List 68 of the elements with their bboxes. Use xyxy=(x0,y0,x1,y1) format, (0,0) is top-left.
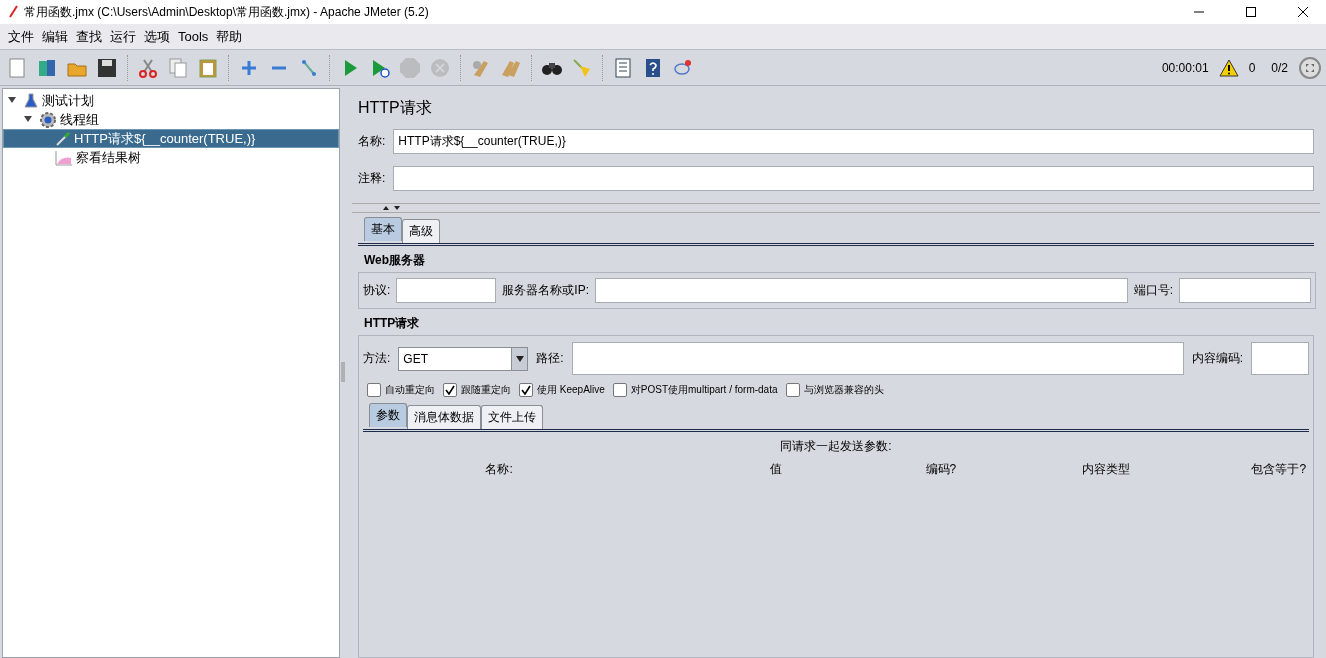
close-icon[interactable] xyxy=(1298,7,1308,17)
server-field[interactable] xyxy=(595,278,1128,303)
field-label: 协议: xyxy=(363,282,391,299)
tree-item[interactable]: 察看结果树 xyxy=(3,148,339,167)
toggle-triangle-icon[interactable] xyxy=(8,96,16,104)
column-header: 编码? xyxy=(924,461,958,478)
tab[interactable]: 基本 xyxy=(364,217,402,241)
name-field[interactable]: HTTP请求${__counter(TRUE,)} xyxy=(393,129,1314,154)
menu-item[interactable]: 运行 xyxy=(106,27,140,46)
field-label: 内容编码: xyxy=(1191,350,1243,367)
field-label: 名称: xyxy=(358,133,386,150)
table-caption: 同请求一起发送参数: xyxy=(779,438,893,455)
warning-count: 0 xyxy=(1248,60,1256,75)
checkbox-label: 自动重定向 xyxy=(385,383,435,397)
menu-item[interactable]: 文件 xyxy=(4,27,38,46)
thread-count: 0/2 xyxy=(1271,60,1288,75)
tree-item[interactable]: 测试计划 xyxy=(3,91,339,110)
splitter-grip-icon[interactable] xyxy=(341,362,345,382)
gear-icon xyxy=(39,110,57,129)
column-header: 名称: xyxy=(484,461,514,478)
warning-icon xyxy=(1218,58,1239,77)
splitter-arrows-icon[interactable] xyxy=(382,205,402,211)
menu-item[interactable]: 查找 xyxy=(72,27,106,46)
tree-item[interactable]: HTTP请求${__counter(TRUE,)} xyxy=(3,129,339,148)
checkbox[interactable] xyxy=(367,383,381,397)
section-title: HTTP请求 xyxy=(363,315,421,332)
menu-item[interactable]: 选项 xyxy=(140,27,174,46)
menu-item[interactable]: Tools xyxy=(174,29,213,44)
tab[interactable]: 高级 xyxy=(402,219,440,243)
field-label: 方法: xyxy=(363,350,391,367)
tab[interactable]: 文件上传 xyxy=(481,405,543,429)
elapsed-time: 00:00:01 xyxy=(1161,60,1209,75)
tab[interactable]: 参数 xyxy=(369,403,407,427)
maximize-icon[interactable] xyxy=(1246,7,1256,17)
column-header: 包含等于? xyxy=(1250,461,1308,478)
toggle-triangle-icon[interactable] xyxy=(24,115,32,123)
graph-icon xyxy=(55,149,73,166)
field-label: 端口号: xyxy=(1133,282,1173,299)
column-header: 值 xyxy=(769,461,784,478)
menu-item[interactable]: 编辑 xyxy=(38,27,72,46)
tab[interactable]: 消息体数据 xyxy=(407,405,481,429)
panel-title: HTTP请求 xyxy=(358,98,433,118)
protocol-field[interactable] xyxy=(396,278,497,303)
encoding-field[interactable] xyxy=(1251,342,1309,375)
tree-item[interactable]: 线程组 xyxy=(3,110,339,129)
port-field[interactable] xyxy=(1179,278,1311,303)
field-label: 服务器名称或IP: xyxy=(502,282,589,299)
comment-field[interactable] xyxy=(393,166,1314,191)
checkbox[interactable] xyxy=(519,383,533,397)
field-label: 注释: xyxy=(358,170,386,187)
caret-icon[interactable] xyxy=(515,355,524,362)
checkbox-label: 跟随重定向 xyxy=(461,383,511,397)
checkbox[interactable] xyxy=(443,383,457,397)
pipette-icon xyxy=(55,130,71,147)
checkbox[interactable] xyxy=(785,383,800,397)
feather-icon xyxy=(8,5,18,19)
section-title: Web服务器 xyxy=(363,252,427,269)
menu-item[interactable]: 帮助 xyxy=(212,27,247,46)
field-label: 路径: xyxy=(536,350,564,367)
checkbox-label: 对POST使用multipart / form-data xyxy=(630,383,778,397)
column-header: 内容类型 xyxy=(1081,461,1132,478)
window-title: 常用函数.jmx (C:\Users\Admin\Desktop\常用函数.jmx) - Apache JMeter (5.2) xyxy=(24,3,430,21)
method-dropdown[interactable]: GET xyxy=(398,346,529,371)
checkbox-label: 与浏览器兼容的头 xyxy=(803,383,884,397)
checkbox-label: 使用 KeepAlive xyxy=(537,383,605,397)
flask-icon xyxy=(23,92,39,109)
checkbox[interactable] xyxy=(612,383,627,397)
path-field[interactable] xyxy=(571,342,1184,375)
